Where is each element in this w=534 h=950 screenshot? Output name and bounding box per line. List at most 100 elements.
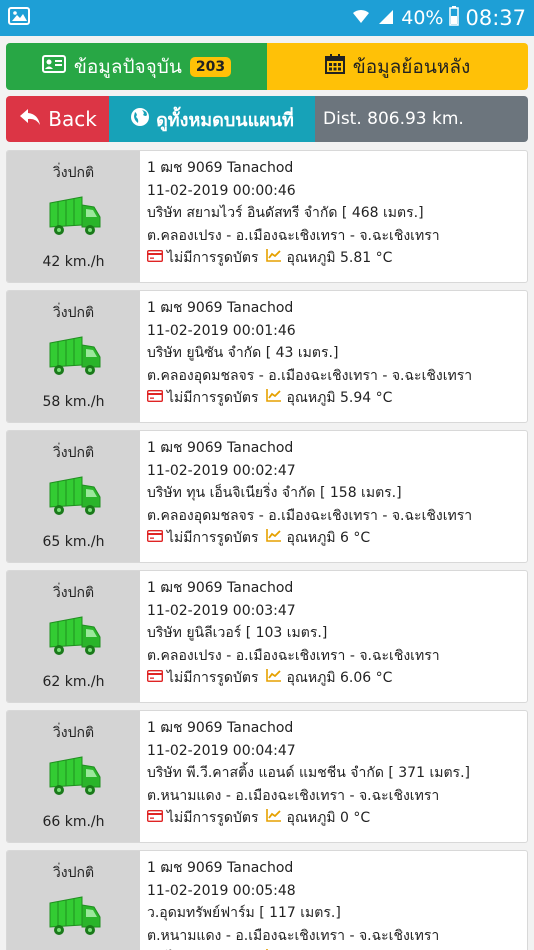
wifi-icon — [351, 7, 371, 30]
nearby-place: ว.อุดมทรัพย์ฟาร์ม [ 117 เมตร.] — [147, 905, 341, 922]
speed: 66 km./h — [42, 814, 105, 830]
record-details: 1 ฒช 9069 Tanachod 11-02-2019 00:00:46 บ… — [140, 151, 527, 282]
vehicle-plate: 1 ฒช 9069 Tanachod — [147, 300, 294, 316]
record-card[interactable]: วิ่งปกติ 65 km./h 1 ฒช 9069 Tanachod 11-… — [6, 430, 528, 563]
truck-icon — [46, 475, 102, 523]
area-location: ต.คลองอุดมชลจร - อ.เมืองฉะเชิงเทรา - จ.ฉ… — [147, 367, 473, 384]
area-location: ต.คลองอุดมชลจร - อ.เมืองฉะเชิงเทรา - จ.ฉ… — [147, 507, 473, 524]
record-datetime: 11-02-2019 00:02:47 — [147, 462, 296, 479]
nearby-place: บริษัท ยูนิลีเวอร์ [ 103 เมตร.] — [147, 625, 328, 642]
record-status-panel: วิ่งปกติ 58 km./h — [7, 291, 140, 422]
temperature: อุณหภูมิ 5.94 °C — [286, 390, 393, 407]
truck-icon — [46, 195, 102, 243]
record-status-panel: วิ่งปกติ 71 km./h — [7, 851, 140, 950]
run-status: วิ่งปกติ — [52, 305, 95, 321]
record-details: 1 ฒช 9069 Tanachod 11-02-2019 00:03:47 บ… — [140, 571, 527, 702]
vehicle-plate: 1 ฒช 9069 Tanachod — [147, 720, 294, 736]
vehicle-plate: 1 ฒช 9069 Tanachod — [147, 440, 294, 456]
calendar-icon — [324, 54, 345, 79]
truck-icon — [46, 335, 102, 383]
record-details: 1 ฒช 9069 Tanachod 11-02-2019 00:02:47 บ… — [140, 431, 527, 562]
record-datetime: 11-02-2019 00:04:47 — [147, 742, 296, 759]
card-temp-line: ไม่มีการรูดบัตร อุณหภูมิ 6 °C — [146, 527, 527, 550]
view-all-map-label: ดูทั้งหมดบนแผนที่ — [156, 109, 294, 131]
record-details: 1 ฒช 9069 Tanachod 11-02-2019 00:05:48 ว… — [140, 851, 527, 950]
run-status: วิ่งปกติ — [52, 445, 95, 461]
nearby-place: บริษัท สยามไวร์ อินดัสทรี จำกัด [ 468 เม… — [147, 205, 424, 222]
record-datetime: 11-02-2019 00:03:47 — [147, 602, 296, 619]
speed: 62 km./h — [42, 674, 105, 690]
line-chart-icon — [266, 527, 282, 550]
globe-icon — [130, 107, 150, 132]
card-swipe-status: ไม่มีการรูดบัตร — [167, 810, 259, 827]
record-list: วิ่งปกติ 42 km./h 1 ฒช 9069 Tanachod 11-… — [6, 150, 528, 950]
run-status: วิ่งปกติ — [52, 165, 95, 181]
temperature: อุณหภูมิ 6.06 °C — [286, 670, 393, 687]
view-all-map-button[interactable]: ดูทั้งหมดบนแผนที่ — [109, 96, 315, 142]
vehicle-plate: 1 ฒช 9069 Tanachod — [147, 860, 294, 876]
tab-history-label: ข้อมูลย้อนหลัง — [352, 55, 471, 78]
signal-icon — [377, 7, 395, 30]
vehicle-plate: 1 ฒช 9069 Tanachod — [147, 160, 294, 176]
tab-history-data[interactable]: ข้อมูลย้อนหลัง — [267, 43, 528, 90]
id-card-icon — [41, 55, 66, 78]
speed: 58 km./h — [42, 394, 105, 410]
record-status-panel: วิ่งปกติ 65 km./h — [7, 431, 140, 562]
line-chart-icon — [266, 247, 282, 270]
tab-bar: ข้อมูลปัจจุบัน 203 ข้อมูลย้อนหลัง — [6, 43, 528, 90]
run-status: วิ่งปกติ — [52, 865, 95, 881]
card-swipe-status: ไม่มีการรูดบัตร — [167, 390, 259, 407]
record-card[interactable]: วิ่งปกติ 58 km./h 1 ฒช 9069 Tanachod 11-… — [6, 290, 528, 423]
area-location: ต.คลองเปรง - อ.เมืองฉะเชิงเทรา - จ.ฉะเชิ… — [147, 227, 440, 244]
temperature: อุณหภูมิ 5.81 °C — [286, 250, 393, 267]
credit-card-icon — [146, 807, 164, 830]
card-swipe-status: ไม่มีการรูดบัตร — [167, 670, 259, 687]
credit-card-icon — [146, 527, 164, 550]
truck-icon — [46, 615, 102, 663]
area-location: ต.หนามแดง - อ.เมืองฉะเชิงเทรา - จ.ฉะเชิง… — [147, 927, 440, 944]
line-chart-icon — [266, 387, 282, 410]
card-temp-line: ไม่มีการรูดบัตร อุณหภูมิ 5.81 °C — [146, 247, 527, 270]
tab-current-label: ข้อมูลปัจจุบัน — [73, 55, 182, 78]
status-bar-right: 40% 08:37 — [351, 5, 526, 31]
action-bar: Back ดูทั้งหมดบนแผนที่ Dist. 806.93 km. — [6, 96, 528, 142]
status-bar: 40% 08:37 — [0, 0, 534, 36]
line-chart-icon — [266, 807, 282, 830]
record-status-panel: วิ่งปกติ 42 km./h — [7, 151, 140, 282]
nearby-place: บริษัท พี.วี.คาสติ้ง แอนด์ แมชชีน จำกัด … — [147, 765, 470, 782]
record-card[interactable]: วิ่งปกติ 71 km./h 1 ฒช 9069 Tanachod 11-… — [6, 850, 528, 950]
back-button[interactable]: Back — [6, 96, 109, 142]
record-datetime: 11-02-2019 00:01:46 — [147, 322, 296, 339]
temperature: อุณหภูมิ 0 °C — [286, 810, 371, 827]
content: ข้อมูลปัจจุบัน 203 ข้อมูลย้อนหลัง Back ด… — [0, 36, 534, 950]
card-temp-line: ไม่มีการรูดบัตร อุณหภูมิ 6.06 °C — [146, 667, 527, 690]
clock: 08:37 — [465, 6, 526, 30]
reply-arrow-icon — [18, 107, 42, 132]
speed: 65 km./h — [42, 534, 105, 550]
area-location: ต.คลองเปรง - อ.เมืองฉะเชิงเทรา - จ.ฉะเชิ… — [147, 647, 440, 664]
run-status: วิ่งปกติ — [52, 725, 95, 741]
tab-current-data[interactable]: ข้อมูลปัจจุบัน 203 — [6, 43, 267, 90]
credit-card-icon — [146, 247, 164, 270]
vehicle-plate: 1 ฒช 9069 Tanachod — [147, 580, 294, 596]
truck-icon — [46, 895, 102, 943]
speed: 42 km./h — [42, 254, 105, 270]
nearby-place: บริษัท ยูนิซัน จำกัด [ 43 เมตร.] — [147, 345, 339, 362]
truck-icon — [46, 755, 102, 803]
credit-card-icon — [146, 387, 164, 410]
record-details: 1 ฒช 9069 Tanachod 11-02-2019 00:01:46 บ… — [140, 291, 527, 422]
image-icon — [8, 7, 30, 29]
area-location: ต.หนามแดง - อ.เมืองฉะเชิงเทรา - จ.ฉะเชิง… — [147, 787, 440, 804]
record-card[interactable]: วิ่งปกติ 42 km./h 1 ฒช 9069 Tanachod 11-… — [6, 150, 528, 283]
record-datetime: 11-02-2019 00:00:46 — [147, 182, 296, 199]
line-chart-icon — [266, 667, 282, 690]
record-card[interactable]: วิ่งปกติ 66 km./h 1 ฒช 9069 Tanachod 11-… — [6, 710, 528, 843]
count-badge: 203 — [189, 56, 232, 77]
record-card[interactable]: วิ่งปกติ 62 km./h 1 ฒช 9069 Tanachod 11-… — [6, 570, 528, 703]
credit-card-icon — [146, 667, 164, 690]
record-details: 1 ฒช 9069 Tanachod 11-02-2019 00:04:47 บ… — [140, 711, 527, 842]
card-temp-line: ไม่มีการรูดบัตร อุณหภูมิ 5.94 °C — [146, 387, 527, 410]
battery-percent: 40% — [401, 7, 444, 29]
card-temp-line: ไม่มีการรูดบัตร อุณหภูมิ 0 °C — [146, 807, 527, 830]
run-status: วิ่งปกติ — [52, 585, 95, 601]
